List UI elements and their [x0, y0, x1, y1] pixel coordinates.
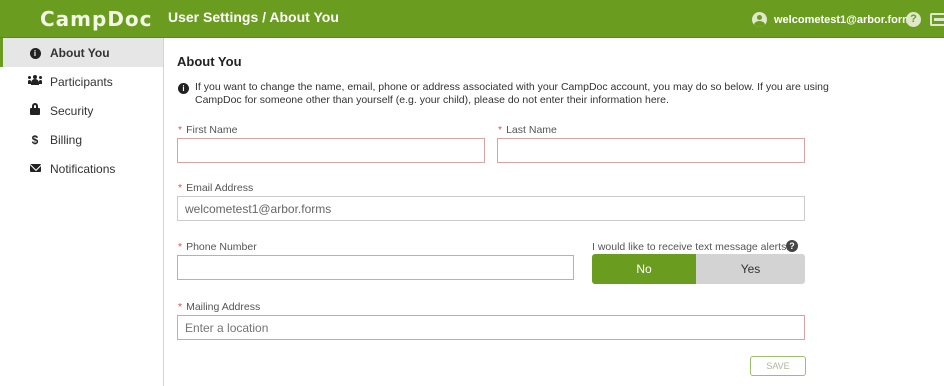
logout-icon[interactable] [930, 13, 944, 26]
required-asterisk: * [178, 182, 183, 194]
required-asterisk: * [178, 124, 183, 136]
sidebar-item-notifications[interactable]: Notifications [0, 154, 163, 183]
info-circle-icon: i [178, 83, 189, 94]
sidebar-item-participants[interactable]: Participants [0, 67, 163, 96]
mailing-address-label: * Mailing Address [178, 301, 261, 313]
sms-alerts-label: I would like to receive text message ale… [592, 241, 790, 253]
email-field[interactable] [177, 196, 805, 221]
campdoc-logo[interactable]: CampDoc [40, 7, 153, 31]
sidebar-item-label: About You [50, 45, 110, 60]
sidebar-item-label: Security [50, 103, 94, 118]
email-label: * Email Address [178, 182, 254, 194]
required-asterisk: * [178, 241, 183, 253]
save-button[interactable]: SAVE [750, 356, 806, 376]
required-asterisk: * [178, 301, 183, 313]
last-name-input[interactable] [497, 138, 805, 163]
sidebar-item-label: Notifications [50, 161, 116, 176]
sidebar-item-billing[interactable]: $ Billing [0, 125, 163, 154]
sidebar-item-label: Billing [50, 132, 83, 147]
info-message: If you want to change the name, email, p… [195, 81, 829, 106]
phone-input[interactable] [177, 255, 574, 280]
sidebar: i About You Participants Security $ Bill… [0, 38, 164, 386]
info-circle-icon: i [28, 47, 42, 59]
help-icon[interactable]: ? [906, 12, 921, 27]
section-title: About You [177, 54, 242, 69]
first-name-label: * First Name [178, 124, 238, 136]
envelope-icon [28, 163, 42, 175]
user-menu[interactable]: welcometest1@arbor.forms [752, 12, 918, 27]
top-bar: CampDoc User Settings / About You welcom… [0, 0, 944, 38]
required-asterisk: * [498, 124, 503, 136]
phone-label: * Phone Number [178, 241, 257, 253]
sidebar-item-about-you[interactable]: i About You [0, 38, 163, 67]
help-icon[interactable]: ? [786, 240, 798, 252]
sms-yes-button[interactable]: Yes [696, 254, 805, 284]
last-name-label: * Last Name [498, 124, 557, 136]
users-icon [28, 75, 42, 88]
main-content: About You i If you want to change the na… [165, 38, 944, 386]
user-avatar-icon [752, 12, 767, 27]
sidebar-item-label: Participants [50, 74, 113, 89]
lock-icon [28, 103, 42, 118]
sms-no-button[interactable]: No [592, 254, 696, 284]
first-name-input[interactable] [177, 138, 485, 163]
dollar-icon: $ [31, 132, 39, 147]
user-email[interactable]: welcometest1@arbor.forms [774, 14, 918, 26]
page-title: User Settings / About You [168, 9, 339, 25]
mailing-address-input[interactable] [177, 315, 805, 340]
sidebar-item-security[interactable]: Security [0, 96, 163, 125]
